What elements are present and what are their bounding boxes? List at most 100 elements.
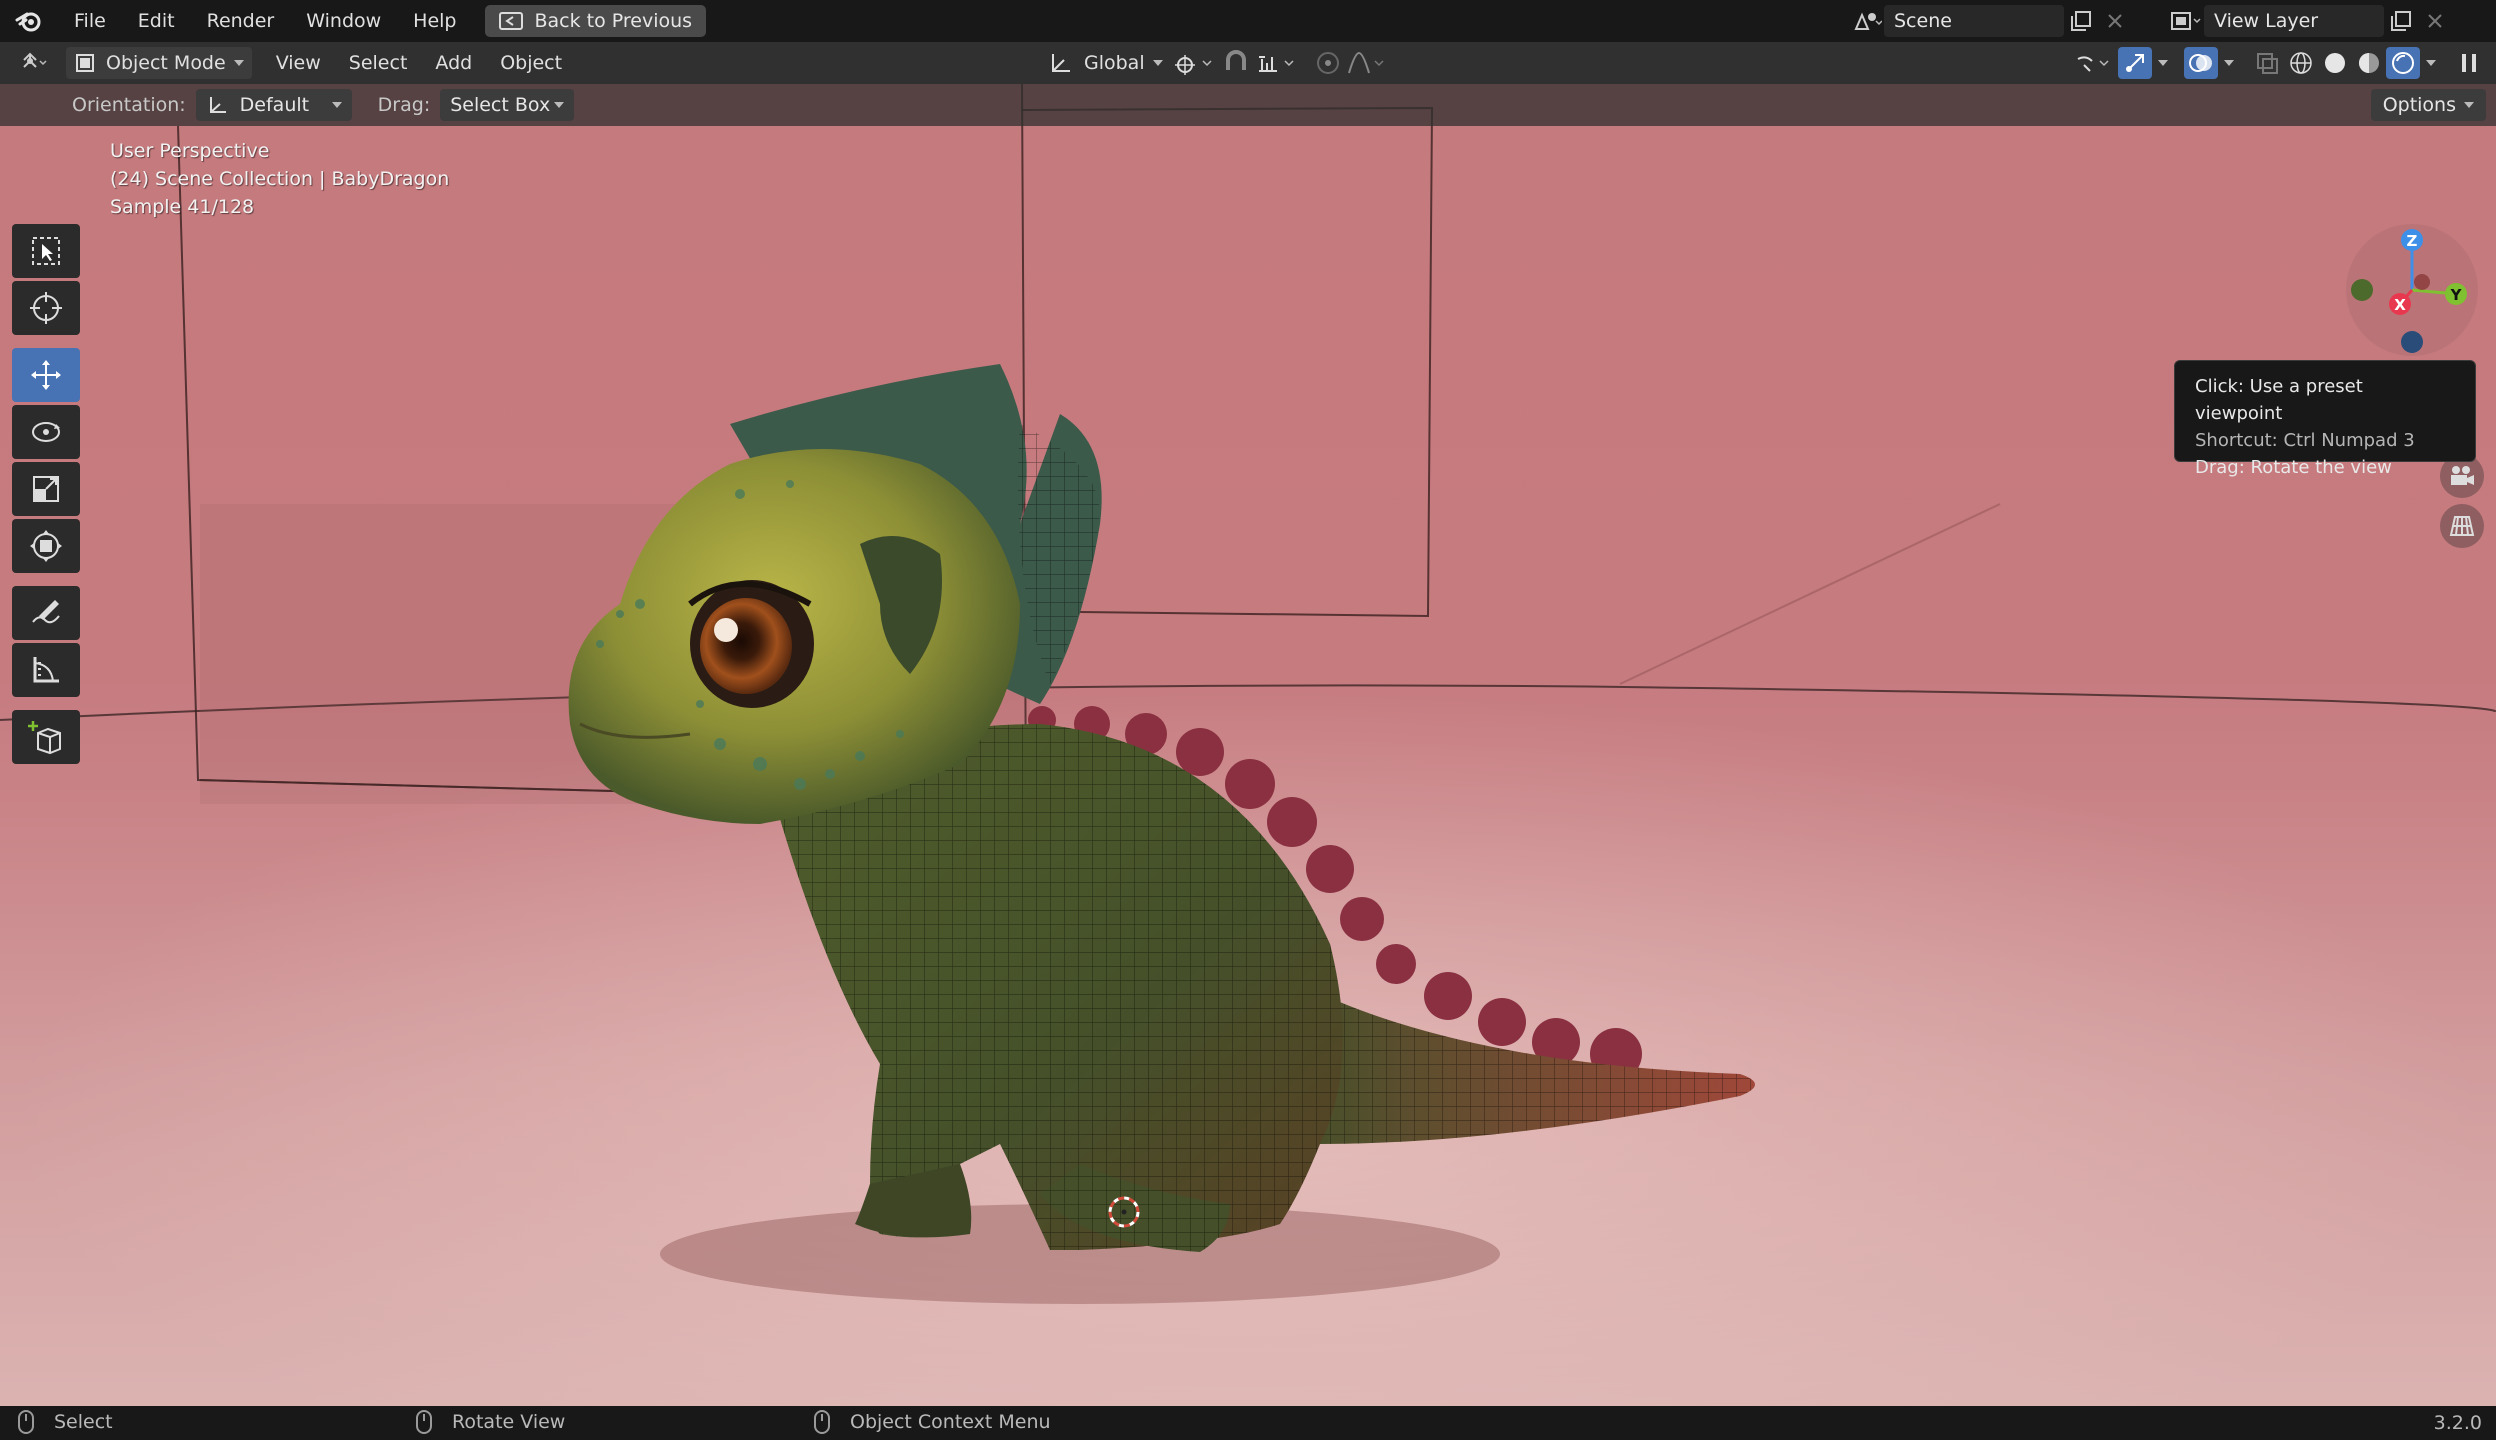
chevron-down-icon: [233, 60, 244, 66]
drag-dropdown[interactable]: Select Box: [440, 89, 575, 121]
status-rotate-hint: Rotate View: [416, 1410, 565, 1434]
options-dropdown[interactable]: Options: [2370, 89, 2486, 121]
transform-icon: [30, 530, 62, 562]
orientation-value: Default: [239, 94, 310, 116]
menu-view[interactable]: View: [262, 52, 335, 74]
material-preview-button[interactable]: [2352, 47, 2386, 79]
tooltip-drag-text: Drag: Rotate the view: [2195, 457, 2392, 478]
sample-count-label: Sample 41/128: [110, 196, 255, 218]
navigation-gizmo[interactable]: Z Y X: [2346, 224, 2478, 356]
add-cube-tool[interactable]: [12, 710, 80, 764]
new-scene-button[interactable]: [2064, 5, 2098, 37]
3d-viewport[interactable]: User Perspective (24) Scene Collection |…: [0, 84, 2496, 1406]
scene-name-field[interactable]: Scene: [1884, 5, 2064, 37]
gizmo-toggle[interactable]: [2118, 47, 2152, 79]
selectability-visibility-dropdown[interactable]: [2070, 47, 2118, 79]
tooltip-click-text: Click: Use a preset viewpoint: [2195, 376, 2363, 424]
xray-toggle[interactable]: [2250, 47, 2284, 79]
xray-icon: [2257, 53, 2278, 74]
menu-window[interactable]: Window: [290, 0, 397, 42]
menu-edit[interactable]: Edit: [122, 0, 191, 42]
transform-tool[interactable]: [12, 519, 80, 573]
menu-select[interactable]: Select: [335, 52, 422, 74]
measure-tool[interactable]: [12, 643, 80, 697]
overlays-dropdown[interactable]: [2218, 47, 2240, 79]
snap-target-dropdown[interactable]: [1253, 47, 1301, 79]
close-icon: [2108, 14, 2122, 28]
menu-render[interactable]: Render: [191, 0, 291, 42]
rotate-tool[interactable]: [12, 405, 80, 459]
wireframe-shading-button[interactable]: [2284, 47, 2318, 79]
select-box-icon: [32, 237, 60, 265]
blender-logo-icon[interactable]: [14, 6, 44, 36]
rendered-shading-button[interactable]: [2386, 47, 2420, 79]
orientation-axes-icon: [209, 97, 226, 113]
shading-dropdown[interactable]: [2420, 47, 2442, 79]
gizmo-x-label[interactable]: X: [2394, 296, 2406, 314]
view-name-label: User Perspective: [110, 140, 270, 162]
scale-tool[interactable]: [12, 462, 80, 516]
proportional-editing-icon: [1316, 52, 1339, 74]
collection-label: (24) Scene Collection | BabyDragon: [110, 168, 450, 190]
gizmo-dropdown[interactable]: [2152, 47, 2174, 79]
pause-render-button[interactable]: [2452, 47, 2486, 79]
material-sphere-icon: [2359, 53, 2379, 73]
transform-tools-group: Global: [1040, 47, 1389, 79]
status-context-label: Object Context Menu: [850, 1411, 1051, 1433]
add-cube-icon: [28, 721, 61, 755]
view-layer-name-field[interactable]: View Layer: [2204, 5, 2384, 37]
3d-viewport-icon: [23, 52, 47, 68]
drag-label: Drag:: [377, 94, 431, 116]
proportional-falloff-dropdown[interactable]: [1345, 47, 1389, 79]
cursor-tool[interactable]: [12, 281, 80, 335]
menu-help[interactable]: Help: [397, 0, 472, 42]
transform-orientation-label: Global: [1084, 52, 1145, 74]
menu-file[interactable]: File: [58, 0, 122, 42]
select-box-tool[interactable]: [12, 224, 80, 278]
back-to-previous-button[interactable]: Back to Previous: [484, 5, 707, 37]
left-mouse-icon: [18, 1410, 34, 1434]
menu-add[interactable]: Add: [421, 52, 486, 74]
transform-orientation-dropdown[interactable]: Global: [1040, 47, 1171, 79]
delete-view-layer-button[interactable]: [2418, 5, 2452, 37]
orthographic-toggle-button[interactable]: [2440, 504, 2484, 548]
solid-shading-button[interactable]: [2318, 47, 2352, 79]
pivot-point-icon: [1174, 55, 1212, 75]
scene-icon: [1854, 12, 1882, 30]
duplicate-icon: [2391, 11, 2411, 31]
annotate-tool[interactable]: [12, 586, 80, 640]
duplicate-icon: [2071, 11, 2091, 31]
viewport-header: Object Mode View Select Add Object Globa…: [0, 42, 2496, 84]
menu-object[interactable]: Object: [486, 52, 576, 74]
version-label: 3.2.0: [2433, 1412, 2482, 1434]
rendered-sphere-icon: [2392, 52, 2414, 74]
overlays-toggle[interactable]: [2184, 47, 2218, 79]
proportional-editing-toggle[interactable]: [1311, 47, 1345, 79]
falloff-curve-icon: [1347, 51, 1384, 74]
object-mode-icon: [76, 54, 94, 72]
status-select-label: Select: [54, 1411, 113, 1433]
new-view-layer-button[interactable]: [2384, 5, 2418, 37]
orientation-dropdown[interactable]: Default: [195, 89, 352, 121]
scene-browse-button[interactable]: [1850, 5, 1884, 37]
pivot-point-dropdown[interactable]: [1171, 47, 1219, 79]
gizmo-y-label[interactable]: Y: [2450, 286, 2463, 304]
delete-scene-button[interactable]: [2098, 5, 2132, 37]
back-to-previous-label: Back to Previous: [534, 10, 693, 32]
snap-toggle[interactable]: [1219, 47, 1253, 79]
tooltip-shortcut-text: Shortcut: Ctrl Numpad 3: [2195, 430, 2415, 451]
scale-icon: [33, 476, 59, 502]
mode-dropdown[interactable]: Object Mode: [66, 47, 252, 79]
mode-label: Object Mode: [106, 52, 226, 74]
editor-type-button[interactable]: [12, 47, 58, 79]
orientation-global-icon: [1052, 54, 1070, 72]
render-layers-icon: [2171, 12, 2201, 30]
chevron-down-icon: [2426, 60, 2436, 66]
move-tool[interactable]: [12, 348, 80, 402]
status-bar: Select Rotate View Object Context Menu 3…: [0, 1406, 2496, 1440]
chevron-down-icon: [2464, 102, 2474, 108]
gizmo-z-label[interactable]: Z: [2407, 232, 2418, 250]
view-layer-browse-button[interactable]: [2170, 5, 2204, 37]
tool-settings-bar: Orientation: Default Drag: Select Box Op…: [0, 84, 2496, 126]
cursor-icon: [30, 292, 62, 324]
